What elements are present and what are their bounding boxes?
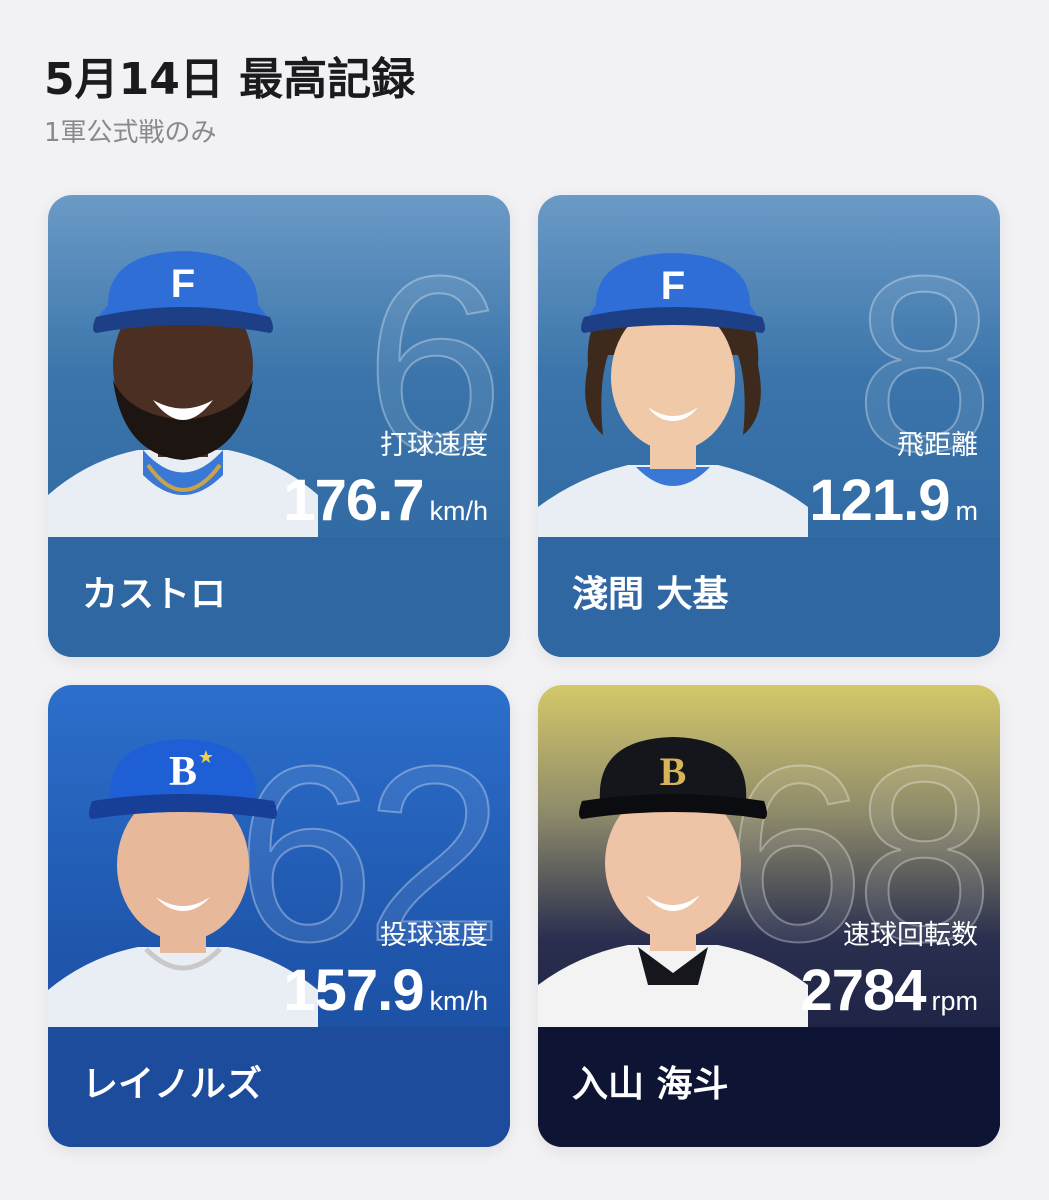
stat-unit: rpm — [931, 986, 979, 1016]
stat-label: 打球速度 — [380, 430, 488, 461]
svg-text:B: B — [169, 749, 197, 795]
player-photo: B ★ — [48, 735, 318, 1027]
svg-text:B: B — [660, 749, 687, 794]
page-title: 5月14日 最高記録 — [44, 54, 416, 105]
stat-unit: km/h — [429, 496, 488, 526]
player-name: 淺間 大基 — [572, 574, 729, 615]
stat-value-row: 176.7 km/h — [283, 467, 488, 534]
stat-label: 飛距離 — [897, 430, 978, 461]
player-name: 入山 海斗 — [572, 1064, 729, 1105]
player-photo: B — [538, 735, 808, 1027]
stat-value-row: 121.9 m — [809, 467, 978, 534]
page-header: 5月14日 最高記録 1軍公式戦のみ — [44, 52, 415, 150]
svg-text:F: F — [661, 264, 685, 308]
svg-text:★: ★ — [198, 747, 214, 768]
record-card-pitch-velocity[interactable]: 62 B ★ 投球速度 157.9 km/h レイノルズ — [48, 685, 510, 1147]
stat-value: 176.7 — [283, 468, 424, 533]
player-photo: F — [48, 245, 318, 537]
stat-value: 2784 — [800, 958, 926, 1023]
player-name: レイノルズ — [82, 1064, 263, 1105]
stat-unit: m — [955, 496, 979, 526]
stat-value-row: 157.9 km/h — [283, 957, 488, 1024]
page-subtitle: 1軍公式戦のみ — [44, 118, 217, 148]
record-card-distance[interactable]: 8 F 飛距離 121.9 m 淺間 大基 — [538, 195, 1000, 657]
player-photo: F — [538, 245, 808, 537]
svg-text:F: F — [171, 262, 195, 306]
player-name: カストロ — [82, 574, 227, 615]
stat-label: 投球速度 — [380, 920, 488, 951]
stat-value: 157.9 — [283, 958, 424, 1023]
stat-value: 121.9 — [809, 468, 950, 533]
record-card-spin-rate[interactable]: 68 B 速球回転数 2784 rpm 入山 海斗 — [538, 685, 1000, 1147]
stat-value-row: 2784 rpm — [800, 957, 978, 1024]
record-card-exit-velocity[interactable]: 6 F 打球速度 176.7 km/h カストロ — [48, 195, 510, 657]
stat-unit: km/h — [429, 986, 488, 1016]
stat-label: 速球回転数 — [843, 920, 978, 951]
